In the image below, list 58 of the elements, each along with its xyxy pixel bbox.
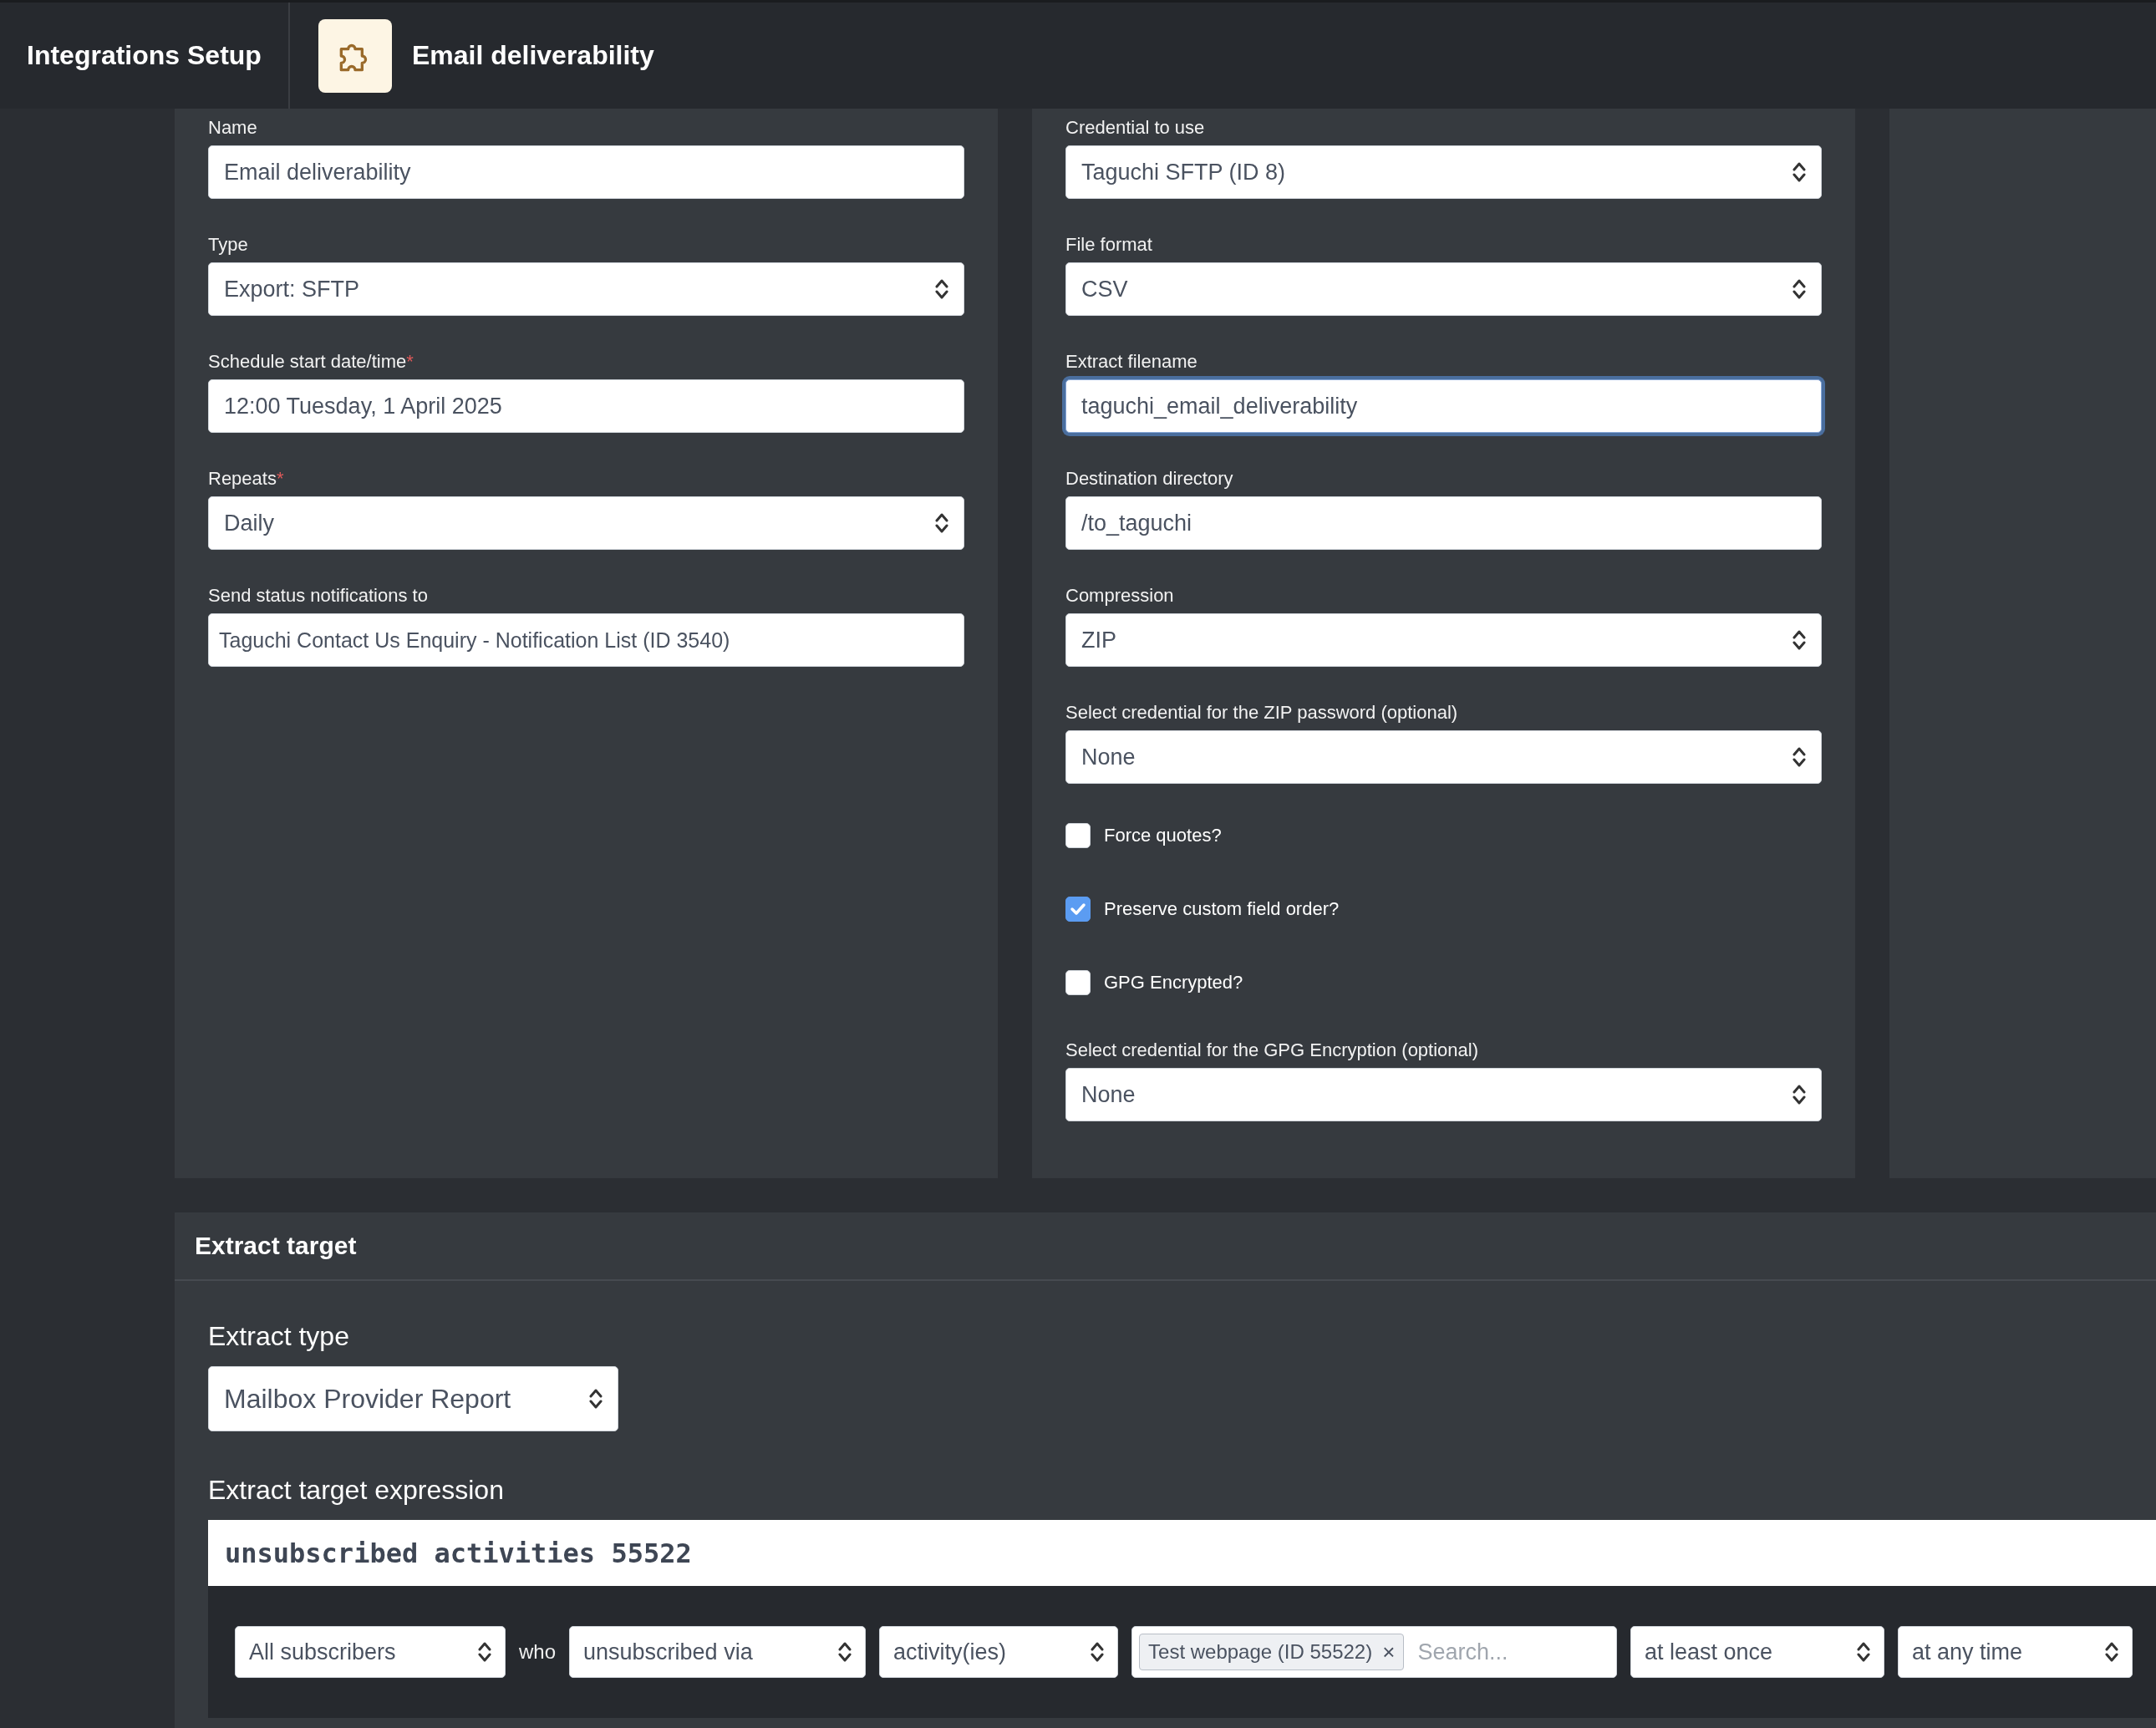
field-label: Send status notifications to xyxy=(208,585,428,606)
select-dropdown[interactable]: ZIP xyxy=(1065,613,1822,667)
text-field[interactable]: 12:00 Tuesday, 1 April 2025 xyxy=(208,379,964,433)
select-dropdown[interactable]: at least once xyxy=(1630,1626,1885,1678)
tag-chip: Test webpage (ID 55522) × xyxy=(1139,1634,1405,1670)
expression-field[interactable]: unsubscribed activities 55522 xyxy=(208,1520,2156,1586)
text-field[interactable]: /to_taguchi xyxy=(1065,496,1822,550)
select-dropdown[interactable]: None xyxy=(1065,1068,1822,1121)
chevron-up-down-icon xyxy=(1091,1641,1105,1663)
select-dropdown[interactable]: Export: SFTP xyxy=(208,262,964,316)
chevron-up-down-icon xyxy=(2105,1641,2119,1663)
field-label: Compression xyxy=(1065,585,1174,606)
field-label: Repeats* xyxy=(208,468,284,489)
select-dropdown[interactable]: unsubscribed via xyxy=(569,1626,867,1678)
chevron-up-down-icon xyxy=(1857,1641,1871,1663)
chevron-up-down-icon xyxy=(838,1641,852,1663)
checkbox-label: Preserve custom field order? xyxy=(1104,898,1340,920)
chevron-up-down-icon xyxy=(1792,746,1806,768)
chevron-up-down-icon xyxy=(589,1388,603,1410)
select-dropdown[interactable]: activity(ies) xyxy=(879,1626,1119,1678)
chevron-up-down-icon xyxy=(1792,161,1806,183)
page-title: Email deliverability xyxy=(411,40,654,71)
connector-text: who xyxy=(519,1640,557,1664)
chevron-up-down-icon xyxy=(1792,278,1806,300)
field-label: Select credential for the ZIP password (optional) xyxy=(1065,702,1458,723)
select-dropdown[interactable]: All subscribers xyxy=(235,1626,506,1678)
field-label: Name xyxy=(208,117,257,138)
chevron-up-down-icon xyxy=(1792,1084,1806,1105)
checkbox[interactable] xyxy=(1065,897,1091,922)
field-label: File format xyxy=(1065,234,1152,255)
select-dropdown[interactable]: Taguchi SFTP (ID 8) xyxy=(1065,145,1822,199)
checkbox-label: GPG Encrypted? xyxy=(1104,972,1243,994)
text-field[interactable]: Email deliverability xyxy=(208,145,964,199)
tag-search-field[interactable]: Test webpage (ID 55522) × Search... xyxy=(1131,1626,1618,1678)
select-dropdown[interactable]: Daily xyxy=(208,496,964,550)
tag-field[interactable]: Taguchi Contact Us Enquiry - Notification List (ID 3540) xyxy=(208,613,964,667)
chevron-up-down-icon xyxy=(1792,629,1806,651)
select-dropdown[interactable]: Mailbox Provider Report xyxy=(208,1366,618,1431)
puzzle-icon xyxy=(318,18,392,93)
select-dropdown[interactable]: at any time xyxy=(1898,1626,2133,1678)
chevron-up-down-icon xyxy=(478,1641,491,1663)
field-label: Schedule start date/time* xyxy=(208,351,414,372)
field-label: Credential to use xyxy=(1065,117,1205,138)
field-label: Select credential for the GPG Encryption (optional) xyxy=(1065,1039,1479,1060)
select-dropdown[interactable]: CSV xyxy=(1065,262,1822,316)
section-title: Extract target xyxy=(175,1212,2156,1281)
field-label: Extract filename xyxy=(1065,351,1197,372)
remove-button[interactable]: × xyxy=(1382,1639,1396,1665)
checkbox[interactable] xyxy=(1065,823,1091,848)
select-dropdown[interactable]: None xyxy=(1065,730,1822,784)
checkbox-label: Force quotes? xyxy=(1104,825,1222,846)
field-label: Extract type xyxy=(208,1321,350,1353)
chevron-up-down-icon xyxy=(935,512,948,534)
field-label: Destination directory xyxy=(1065,468,1233,489)
field-label: Type xyxy=(208,234,248,255)
chevron-up-down-icon xyxy=(935,278,948,300)
checkbox[interactable] xyxy=(1065,970,1091,995)
field-label: Extract target expression xyxy=(208,1475,505,1507)
